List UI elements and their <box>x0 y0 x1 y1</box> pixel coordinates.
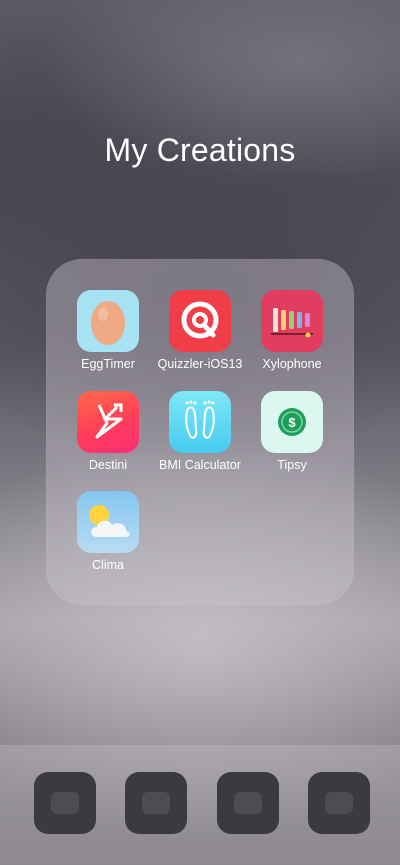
app-label: EggTimer <box>81 357 135 371</box>
app-xylophone[interactable]: Xylophone <box>246 290 338 371</box>
app-eggtimer[interactable]: EggTimer <box>62 290 154 371</box>
app-label: Destini <box>88 458 128 472</box>
app-label: Xylophone <box>262 357 322 371</box>
app-label: Clima <box>92 558 124 572</box>
music-icon[interactable] <box>308 772 370 834</box>
messages-icon[interactable] <box>217 772 279 834</box>
egg-icon[interactable] <box>77 290 139 352</box>
app-label: BMI Calculator <box>159 458 241 472</box>
app-quizzler[interactable]: Quizzler-iOS13 <box>154 290 246 371</box>
app-clima[interactable]: Clima <box>62 491 154 572</box>
money-icon[interactable]: $ <box>261 391 323 453</box>
phone-icon[interactable] <box>34 772 96 834</box>
footprints-icon[interactable] <box>169 391 231 453</box>
app-label: Tipsy <box>277 458 307 472</box>
safari-icon[interactable] <box>125 772 187 834</box>
weather-icon[interactable] <box>77 491 139 553</box>
app-bmi-calculator[interactable]: BMI Calculator <box>154 391 246 472</box>
xylophone-icon[interactable] <box>261 290 323 352</box>
app-tipsy[interactable]: $ Tipsy <box>246 391 338 472</box>
folder-title[interactable]: My Creations <box>0 132 400 169</box>
app-label: Quizzler-iOS13 <box>157 357 243 371</box>
app-destini[interactable]: Destini <box>62 391 154 472</box>
destini-icon[interactable] <box>77 391 139 453</box>
quizzler-icon[interactable] <box>169 290 231 352</box>
svg-text:$: $ <box>288 415 296 430</box>
